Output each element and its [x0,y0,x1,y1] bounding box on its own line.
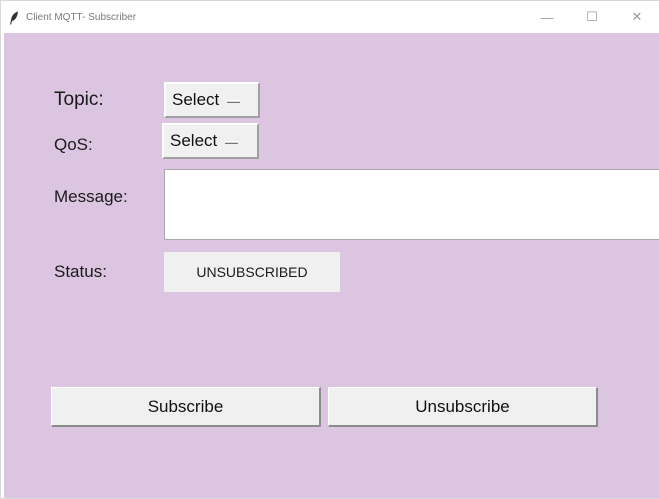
window-title: Client MQTT- Subscriber [26,12,137,23]
message-field[interactable] [164,169,659,240]
title-bar[interactable]: Client MQTT- Subscriber — ☐ ✕ [1,1,659,33]
option-indicator-icon [225,140,239,144]
qos-select-value: Select [170,131,218,150]
app-window: Client MQTT- Subscriber — ☐ ✕ Topic: Sel… [0,0,659,499]
message-label: Message: [54,187,128,206]
qos-select[interactable]: Select [162,123,259,159]
feather-icon [10,11,18,25]
topic-select-value: Select [172,90,220,109]
option-indicator-icon [227,99,241,103]
subscriber-form: Topic: Select QoS: Select Message: Statu… [4,33,659,498]
minimize-button[interactable]: — [524,1,570,33]
topic-label: Topic: [54,89,104,110]
status-label: Status: [54,262,107,281]
unsubscribe-button[interactable]: Unsubscribe [328,387,598,427]
topic-select[interactable]: Select [164,82,260,118]
maximize-button[interactable]: ☐ [569,1,615,33]
qos-label: QoS: [54,135,93,154]
status-value: UNSUBSCRIBED [164,252,340,292]
subscribe-button[interactable]: Subscribe [51,387,321,427]
close-button[interactable]: ✕ [614,1,659,33]
